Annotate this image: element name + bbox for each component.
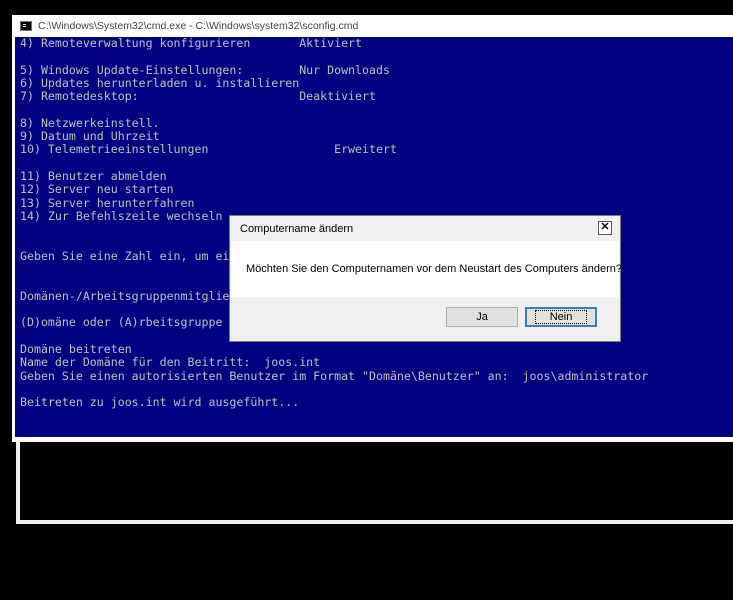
yes-button[interactable]: Ja (446, 307, 518, 327)
console-line: 10) Telemetrieeinstellungen Erweitert (20, 142, 397, 157)
console-line: 11) Benutzer abmelden (20, 169, 167, 183)
console-line: 9) Datum und Uhrzeit (20, 129, 160, 144)
console-line: 8) Netzwerkeinstell. (20, 115, 160, 130)
close-icon[interactable]: ✕ (598, 221, 612, 235)
console-line: (D)omäne oder (A)rbeitsgruppe be (20, 315, 244, 330)
console-line: 7) Remotedesktop: Deaktiviert (20, 89, 376, 104)
window-title: C:\Windows\System32\cmd.exe - C:\Windows… (38, 20, 359, 32)
no-button[interactable]: Nein (525, 307, 597, 327)
console-line: 4) Remoteverwaltung konfigurieren Aktivi… (20, 37, 363, 50)
dialog-title: Computername ändern (240, 223, 354, 235)
background-console-window (16, 438, 733, 524)
console-line: 13) Server herunterfahren (20, 195, 195, 210)
dialog-message: Möchten Sie den Computernamen vor dem Ne… (246, 263, 623, 275)
console-line: 14) Zur Befehlszeile wechseln (20, 208, 223, 223)
console-line: Geben Sie eine Zahl ein, um eine (20, 248, 244, 263)
console-line: 5) Windows Update-Einstellungen: Nur Dow… (20, 62, 390, 77)
console-line: Beitreten zu joos.int wird ausgeführt... (20, 395, 300, 410)
title-bar[interactable]: C:\Windows\System32\cmd.exe - C:\Windows… (12, 15, 733, 37)
console-line: Geben Sie einen autorisierten Benutzer i… (20, 368, 649, 383)
console-line: 12) Server neu starten (20, 182, 174, 197)
rename-computer-dialog: Computername ändern ✕ Möchten Sie den Co… (229, 215, 623, 342)
yes-button-label: Ja (476, 311, 488, 323)
console-line: Domänen-/Arbeitsgruppenmitglieds (20, 288, 244, 303)
console-frame-bottom (15, 437, 733, 442)
cmd-icon (20, 21, 32, 31)
console-line: Domäne beitreten (20, 341, 132, 356)
console-line: 6) Updates herunterladen u. installieren (20, 75, 300, 90)
console-line: Name der Domäne für den Beitritt: joos.i… (20, 355, 321, 370)
dialog-body: Möchten Sie den Computernamen vor dem Ne… (231, 241, 623, 297)
no-button-label: Nein (534, 310, 588, 324)
